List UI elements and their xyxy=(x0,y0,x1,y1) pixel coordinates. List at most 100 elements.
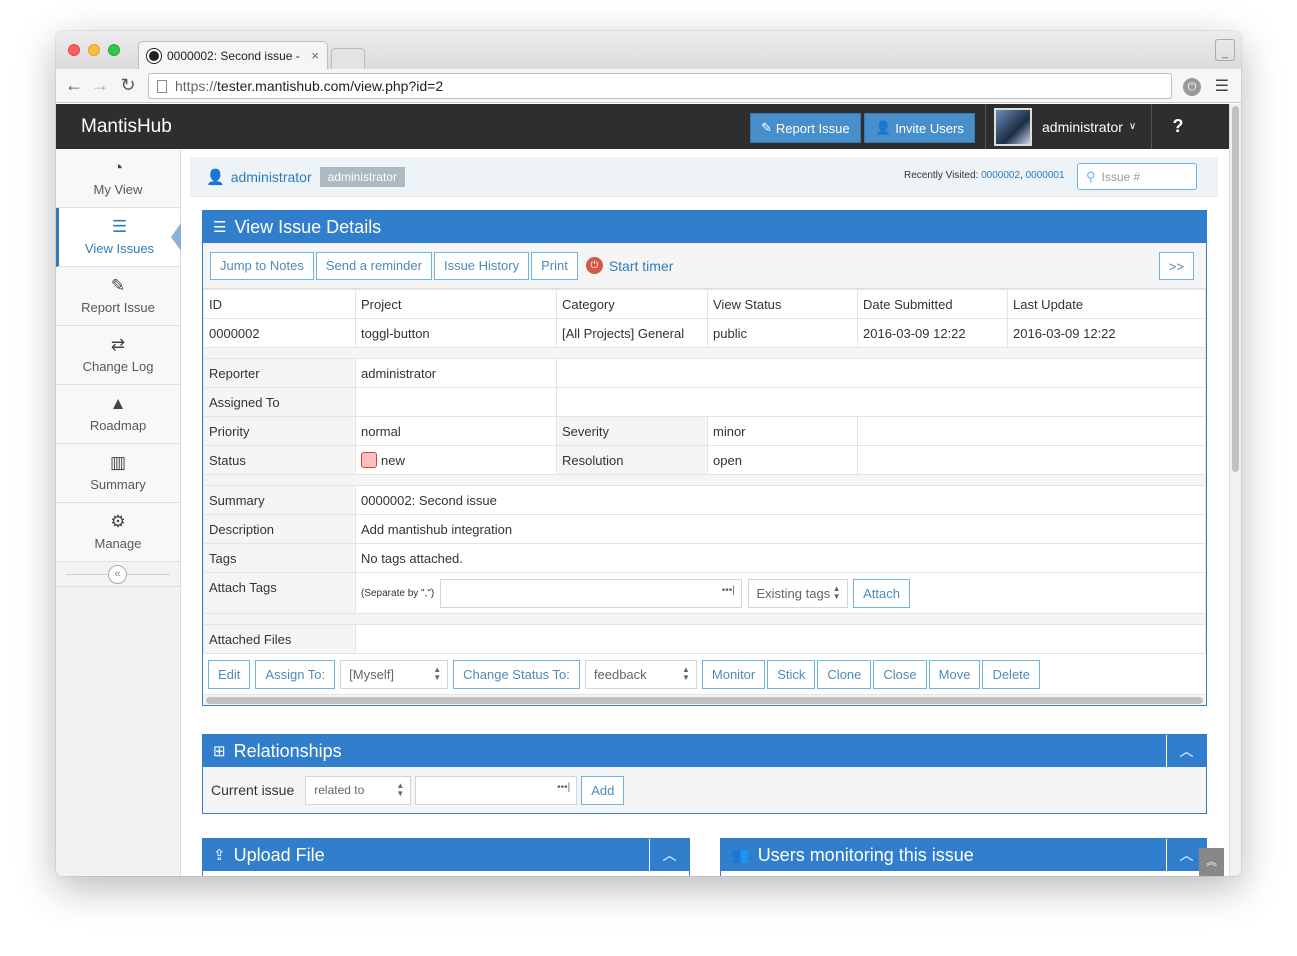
edit-button[interactable]: Edit xyxy=(208,659,251,689)
close-button[interactable]: Close xyxy=(873,659,927,689)
help-button[interactable]: ? xyxy=(1151,104,1204,149)
bar-chart-icon: ▥ xyxy=(109,453,127,472)
vertical-scrollbar[interactable] xyxy=(1229,104,1241,876)
add-relationship-button[interactable]: Add xyxy=(581,775,625,805)
title-bar: 0000002: Second issue - × _ xyxy=(56,31,1241,69)
sidebar-item-report-issue[interactable]: ✎ Report Issue xyxy=(56,267,180,326)
delete-button[interactable]: Delete xyxy=(982,659,1041,689)
url-protocol: https:// xyxy=(175,78,218,94)
chevron-up-icon[interactable]: ︿ xyxy=(1166,735,1206,767)
assign-to-select[interactable]: [Myself] ▲ ▼ xyxy=(340,659,449,689)
monitor-button[interactable]: Monitor xyxy=(701,659,766,689)
new-tab-button[interactable] xyxy=(331,48,365,69)
table-row: 0000002 toggl-button [All Projects] Gene… xyxy=(203,318,1206,348)
issue-date-submitted: 2016-03-09 12:22 xyxy=(857,318,1008,348)
reload-icon[interactable]: ↻ xyxy=(118,75,138,96)
report-issue-button[interactable]: ✎ Report Issue xyxy=(750,113,861,143)
sidebar-item-label: Report Issue xyxy=(81,300,155,315)
edit-icon: ✎ xyxy=(110,276,126,295)
favicon-icon xyxy=(147,48,161,63)
gears-icon: ⚙ xyxy=(110,512,126,531)
sidebar-item-roadmap[interactable]: ▲ Roadmap xyxy=(56,385,180,444)
extension-power-icon[interactable]: ⏻ xyxy=(1183,78,1201,96)
back-arrow-icon[interactable]: ← xyxy=(64,75,84,96)
related-issue-input[interactable]: •••| xyxy=(415,775,578,805)
issue-id: 0000002 xyxy=(203,318,356,348)
back-to-top-button[interactable]: ︽ xyxy=(1199,848,1224,876)
summary-value: 0000002: Second issue xyxy=(355,485,1206,515)
scrollbar-thumb[interactable] xyxy=(206,697,1203,704)
send-reminder-button[interactable]: Send a reminder xyxy=(315,251,432,280)
brand-logo[interactable]: MantisHub xyxy=(81,116,172,138)
breadcrumb: 👤 administrator administrator Recently V… xyxy=(190,157,1218,197)
clone-button[interactable]: Clone xyxy=(817,659,872,689)
relationship-type-selected: related to xyxy=(314,783,365,797)
table-row: Reporter administrator xyxy=(203,358,1206,388)
tags-label: Tags xyxy=(203,543,356,573)
stick-button[interactable]: Stick xyxy=(767,659,816,689)
recently-visited-label: Recently Visited: xyxy=(904,170,982,181)
next-issue-button[interactable]: >> xyxy=(1158,252,1194,280)
window-fullscreen-button[interactable]: _ xyxy=(1215,39,1235,61)
attach-button[interactable]: Attach xyxy=(853,578,910,608)
start-timer-label: Start timer xyxy=(608,257,674,274)
relationship-type-select[interactable]: related to ▲ ▼ xyxy=(305,775,412,805)
sidebar-item-label: Manage xyxy=(94,536,142,551)
summary-label: Summary xyxy=(203,485,356,515)
browser-tab[interactable]: 0000002: Second issue - × xyxy=(138,41,328,69)
page-icon xyxy=(157,79,167,93)
issue-actions: Edit Assign To: [Myself] ▲ ▼ Change Status… xyxy=(203,654,1206,694)
column-header: View Status xyxy=(707,289,858,319)
maximize-window-button[interactable] xyxy=(108,44,120,56)
breadcrumb-user-link[interactable]: administrator xyxy=(231,169,312,185)
scrollbar-thumb[interactable] xyxy=(1232,106,1239,472)
search-icon: ⚲ xyxy=(1086,168,1096,184)
table-header-row: ID Project Category View Status Date Sub… xyxy=(203,289,1206,319)
jump-to-notes-button[interactable]: Jump to Notes xyxy=(210,251,314,280)
issue-project: toggl-button xyxy=(355,318,557,348)
select-arrows-icon: ▲ ▼ xyxy=(396,781,405,798)
recent-issue-link[interactable]: 0000001 xyxy=(1026,170,1065,181)
table-row: Tags No tags attached. xyxy=(203,543,1206,573)
issue-search-input[interactable]: ⚲ Issue # xyxy=(1077,163,1197,190)
url-field[interactable]: https:// tester.mantishub.com/view.php?i… xyxy=(148,73,1172,99)
sidebar-item-manage[interactable]: ⚙ Manage xyxy=(56,503,180,562)
double-chevron-left-icon[interactable]: « xyxy=(108,565,127,584)
description-label: Description xyxy=(203,514,356,544)
sidebar-item-my-view[interactable]: ◔ My View xyxy=(56,149,180,208)
chevron-up-icon[interactable]: ︿ xyxy=(649,839,689,871)
monitoring-widget: 👥 Users monitoring this issue ︿ xyxy=(720,838,1207,876)
issue-history-button[interactable]: Issue History xyxy=(433,251,530,280)
sidebar-item-summary[interactable]: ▥ Summary xyxy=(56,444,180,503)
widget-header: ☰ View Issue Details xyxy=(203,211,1206,243)
chevron-down-icon: ∨ xyxy=(1128,121,1137,132)
tab-close-icon[interactable]: × xyxy=(311,48,319,63)
invite-users-label: Invite Users xyxy=(895,120,964,136)
status-color-icon xyxy=(361,452,377,468)
issue-last-update: 2016-03-09 12:22 xyxy=(1007,318,1206,348)
existing-tags-select[interactable]: Existing tags ▲ ▼ xyxy=(747,578,848,608)
move-button[interactable]: Move xyxy=(928,659,981,689)
sidebar-item-view-issues[interactable]: ☰ View Issues xyxy=(56,208,181,267)
recent-issue-link[interactable]: 0000002 xyxy=(981,170,1020,181)
sidebar-item-change-log[interactable]: ⇄ Change Log xyxy=(56,326,180,385)
close-window-button[interactable] xyxy=(68,44,80,56)
assign-to-button[interactable]: Assign To: xyxy=(255,659,336,689)
change-status-select[interactable]: feedback ▲ ▼ xyxy=(584,659,697,689)
browser-menu-icon[interactable]: ☰ xyxy=(1215,76,1229,96)
user-menu[interactable]: administrator ∨ xyxy=(985,104,1151,149)
widget-title: Upload File xyxy=(233,844,325,865)
horizontal-scrollbar[interactable] xyxy=(203,694,1206,705)
users-icon: 👥 xyxy=(731,847,750,864)
minimize-window-button[interactable] xyxy=(88,44,100,56)
forward-arrow-icon[interactable]: → xyxy=(90,75,110,96)
issue-category: [All Projects] General xyxy=(556,318,708,348)
empty-cell xyxy=(857,416,1206,446)
assign-to-selected: [Myself] xyxy=(349,666,394,682)
invite-users-button[interactable]: 👤 Invite Users xyxy=(864,113,975,143)
change-status-button[interactable]: Change Status To: xyxy=(453,659,580,689)
start-timer-button[interactable]: ⏻ Start timer xyxy=(585,257,674,274)
print-button[interactable]: Print xyxy=(531,251,578,280)
attach-tags-input[interactable]: •••| xyxy=(439,578,742,608)
upload-file-widget: ⇪ Upload File ︿ xyxy=(202,838,690,876)
